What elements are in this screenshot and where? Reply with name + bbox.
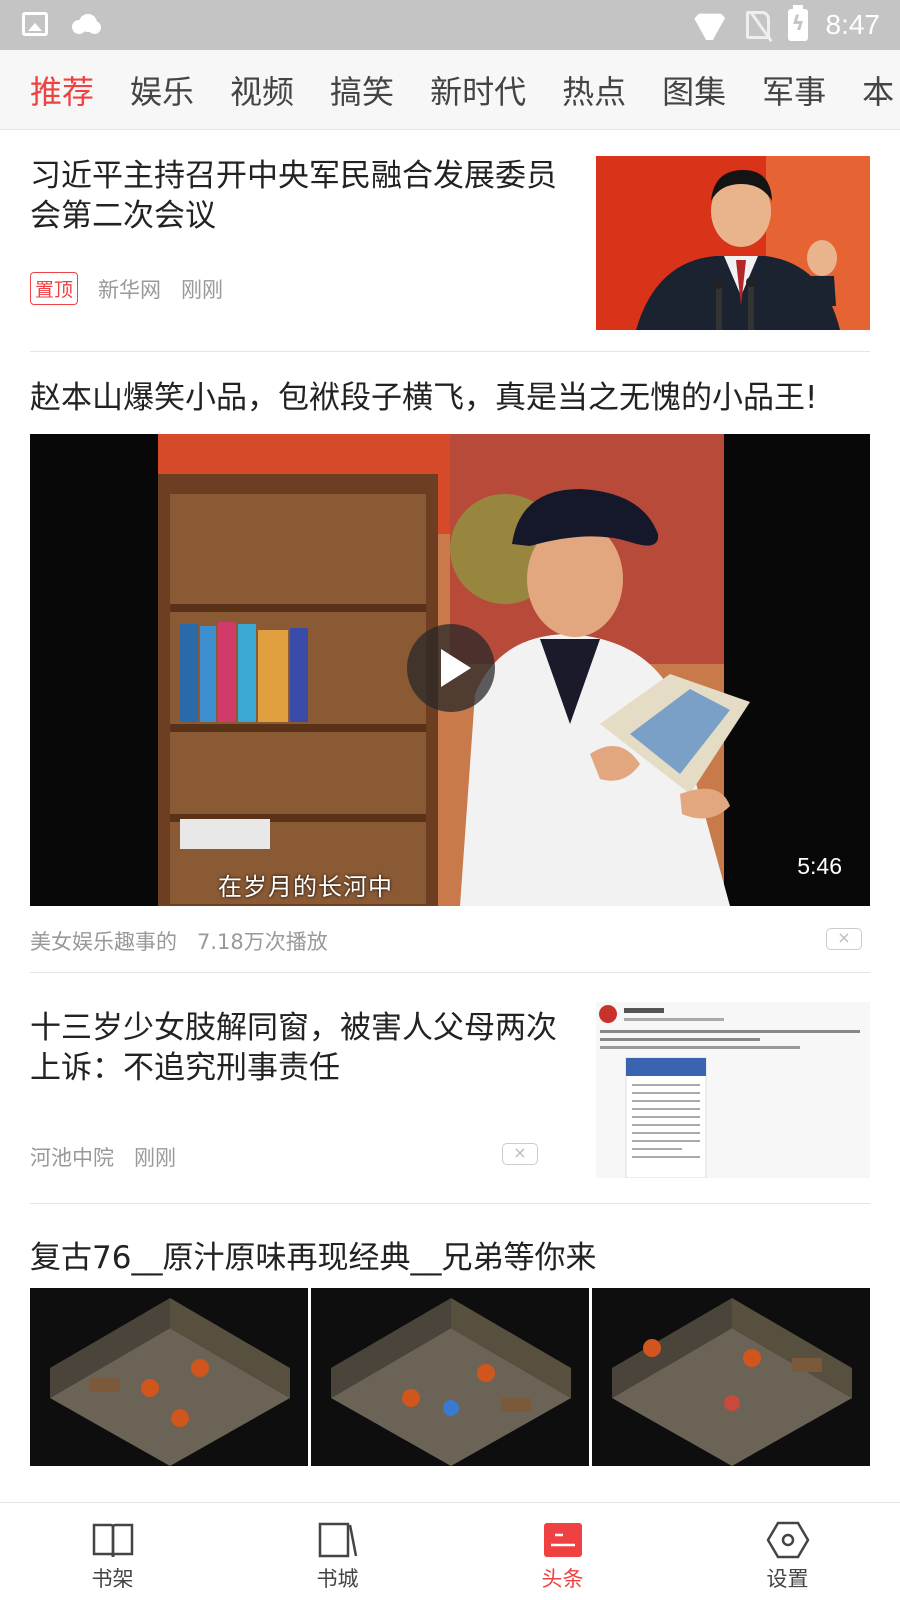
status-bar: 8:47: [0, 0, 900, 50]
dismiss-button[interactable]: ×: [502, 1143, 538, 1165]
news-item-pinned[interactable]: 习近平主持召开中央军民融合发展委员会第二次会议 置顶 新华网 刚刚: [30, 156, 870, 330]
nav-bookshelf[interactable]: 书架: [0, 1503, 225, 1600]
tab-local[interactable]: 本: [862, 67, 894, 113]
nav-bookstore[interactable]: 书城: [225, 1503, 450, 1600]
play-button[interactable]: [407, 624, 495, 712]
battery-charging-icon: [787, 5, 808, 41]
headlines-icon: [541, 1521, 585, 1559]
settings-hexagon-icon: [766, 1521, 810, 1559]
feed-divider: [30, 1203, 870, 1204]
category-tab-bar: 推荐 娱乐 视频 搞笑 新时代 热点 图集 军事 本: [0, 50, 900, 130]
news-item[interactable]: 十三岁少女肢解同窗，被害人父母两次上诉：不追究刑事责任 河池中院 刚刚 ×: [30, 1002, 870, 1182]
gallery-image[interactable]: [30, 1288, 308, 1466]
tab-new-era[interactable]: 新时代: [430, 67, 526, 113]
nav-label: 设置: [766, 1567, 809, 1591]
open-book-icon: [91, 1521, 135, 1559]
news-meta: 美女娱乐趣事的 7.18万次播放: [30, 926, 348, 956]
news-item-gallery[interactable]: 复古76__原汁原味再现经典__兄弟等你来: [30, 1238, 870, 1466]
nav-headlines[interactable]: 头条: [450, 1503, 675, 1600]
news-meta: 河池中院 刚刚: [30, 1142, 196, 1172]
tab-video[interactable]: 视频: [230, 67, 294, 113]
news-time: 刚刚: [134, 1146, 176, 1170]
video-subtitle: 在岁月的长河中: [218, 873, 393, 901]
gallery-image[interactable]: [311, 1288, 589, 1466]
news-title[interactable]: 习近平主持召开中央军民融合发展委员会第二次会议: [30, 156, 570, 236]
bottom-navigation: 书架 书城 头条 设置: [0, 1502, 900, 1600]
nav-settings[interactable]: 设置: [675, 1503, 900, 1600]
news-title[interactable]: 复古76__原汁原味再现经典__兄弟等你来: [30, 1238, 870, 1278]
tab-recommend[interactable]: 推荐: [30, 67, 94, 113]
play-count: 7.18万次播放: [197, 930, 328, 954]
news-thumbnail[interactable]: [596, 156, 870, 330]
feed-divider: [30, 351, 870, 352]
gallery-image[interactable]: [592, 1288, 870, 1466]
news-source: 河池中院: [30, 1146, 114, 1170]
tab-funny[interactable]: 搞笑: [330, 67, 394, 113]
news-time: 刚刚: [181, 277, 224, 302]
nav-label: 书架: [91, 1567, 134, 1591]
news-source: 新华网: [98, 277, 162, 302]
news-meta: 置顶 新华网 刚刚: [30, 272, 243, 305]
tab-military[interactable]: 军事: [762, 67, 826, 113]
image-icon: [22, 12, 48, 36]
nav-label: 头条: [541, 1567, 584, 1591]
tab-gallery[interactable]: 图集: [662, 67, 726, 113]
tab-entertainment[interactable]: 娱乐: [130, 67, 194, 113]
tab-hot[interactable]: 热点: [562, 67, 626, 113]
pinned-badge: 置顶: [30, 272, 79, 305]
news-item-video[interactable]: 赵本山爆笑小品，包袱段子横飞，真是当之无愧的小品王! 在岁月的长河中 5:46 …: [30, 378, 870, 954]
video-duration: 5:46: [797, 853, 842, 879]
wifi-icon: [692, 10, 728, 40]
status-time: 8:47: [825, 9, 881, 40]
no-sim-icon: [745, 11, 770, 39]
news-title[interactable]: 赵本山爆笑小品，包袱段子横飞，真是当之无愧的小品王!: [30, 378, 870, 418]
nav-label: 书城: [316, 1567, 359, 1591]
bookstore-icon: [316, 1521, 360, 1559]
weather-icon: [68, 14, 102, 34]
video-player[interactable]: 在岁月的长河中 5:46: [30, 434, 870, 906]
feed-divider: [30, 972, 870, 973]
dismiss-button[interactable]: ×: [826, 928, 862, 950]
news-title[interactable]: 十三岁少女肢解同窗，被害人父母两次上诉：不追究刑事责任: [30, 1008, 570, 1088]
news-thumbnail[interactable]: [596, 1002, 870, 1178]
news-feed: 习近平主持召开中央军民融合发展委员会第二次会议 置顶 新华网 刚刚 赵本山爆笑小…: [0, 130, 900, 1502]
news-source: 美女娱乐趣事的: [30, 930, 177, 954]
